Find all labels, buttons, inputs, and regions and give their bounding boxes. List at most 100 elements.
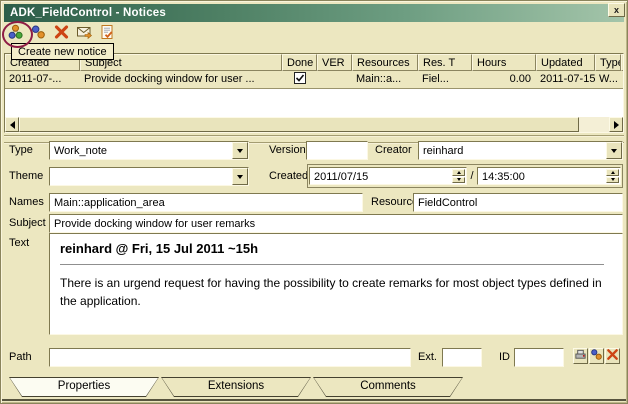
resource-field[interactable] [413, 193, 623, 212]
new-notice-button[interactable] [6, 24, 24, 42]
theme-label: Theme [9, 170, 43, 182]
type-combobox[interactable]: Work_note [49, 141, 249, 160]
title-bar[interactable]: ADK_FieldControl - Notices [4, 4, 624, 22]
spin-down-button[interactable] [606, 177, 619, 184]
print-button[interactable] [573, 348, 588, 364]
send-notice-button[interactable] [75, 24, 93, 42]
tab-comments[interactable]: Comments [313, 377, 463, 397]
new-notice-icon [7, 24, 24, 43]
created-date-spinner[interactable]: 2011/07/15 [309, 167, 467, 185]
arrow-down-icon [611, 178, 615, 181]
theme-value [50, 168, 232, 185]
cell-res-t: Fiel... [418, 71, 472, 88]
column-header-resources[interactable]: Resources [352, 54, 418, 71]
tab-comments-label: Comments [313, 380, 463, 392]
table-row[interactable]: 2011-07-... Provide docking window for u… [5, 71, 623, 89]
column-header-done[interactable]: Done [282, 54, 317, 71]
text-label: Text [9, 237, 29, 249]
column-header-hours[interactable]: Hours [472, 54, 536, 71]
scroll-right-button[interactable] [609, 117, 623, 132]
time-spin-buttons[interactable] [606, 169, 619, 183]
creator-label: Creator [375, 144, 412, 156]
cell-hours: 0.00 [472, 71, 536, 88]
path-label: Path [9, 351, 32, 363]
theme-combobox[interactable] [49, 167, 249, 186]
text-entry-body: There is an urgend request for having th… [60, 274, 604, 310]
column-header-extra [621, 54, 624, 71]
tab-extensions[interactable]: Extensions [161, 377, 311, 397]
chevron-down-icon [237, 175, 243, 179]
ext-label: Ext. [418, 351, 437, 363]
created-time-spinner[interactable]: 14:35:00 [477, 167, 621, 185]
subject-field[interactable] [49, 214, 623, 233]
creator-combobox[interactable]: reinhard [418, 141, 623, 160]
theme-dropdown-button[interactable] [232, 168, 248, 185]
creator-value: reinhard [419, 142, 606, 159]
printer-icon [574, 348, 587, 364]
delete-notice-button[interactable] [52, 24, 70, 42]
cell-resources: Main::a... [352, 71, 418, 88]
arrow-right-icon [614, 121, 619, 129]
tab-properties[interactable]: Properties [9, 377, 159, 397]
version-field[interactable] [306, 141, 368, 160]
created-label: Created [269, 170, 308, 182]
scrollbar-track[interactable] [579, 117, 609, 132]
subject-label: Subject [9, 217, 46, 229]
version-label: Version [269, 144, 306, 156]
arrow-up-icon [611, 171, 615, 174]
horizontal-scrollbar[interactable] [5, 117, 623, 132]
type-dropdown-button[interactable] [232, 142, 248, 159]
arrow-up-icon [457, 171, 461, 174]
column-header-type[interactable]: Type [595, 54, 621, 71]
ext-field[interactable] [442, 348, 482, 367]
type-value: Work_note [50, 142, 232, 159]
column-header-updated[interactable]: Updated [536, 54, 595, 71]
close-button[interactable]: x [608, 3, 625, 17]
column-header-res-t[interactable]: Res. T [418, 54, 472, 71]
notices-table: Created Subject Done VER Resources Res. … [4, 53, 624, 133]
link-notice-button[interactable] [589, 348, 604, 364]
chevron-down-icon [237, 149, 243, 153]
id-field[interactable] [514, 348, 564, 367]
toolbar [6, 24, 116, 44]
cell-type: W... [595, 71, 621, 88]
bottom-edge [2, 399, 626, 401]
cell-subject: Provide docking window for user ... [80, 71, 282, 88]
delete-notice-icon [53, 24, 70, 43]
type-label: Type [9, 144, 33, 156]
text-editor[interactable]: reinhard @ Fri, 15 Jul 2011 ~15h There i… [49, 233, 623, 335]
scroll-left-button[interactable] [5, 117, 19, 132]
close-icon: x [614, 6, 619, 15]
scrollbar-thumb[interactable] [19, 117, 579, 132]
checkbox-done-checked[interactable] [294, 72, 306, 87]
spin-down-button[interactable] [452, 177, 465, 184]
names-label: Names [9, 196, 44, 208]
tab-properties-label: Properties [9, 380, 159, 392]
clone-notice-button[interactable] [29, 24, 47, 42]
spin-up-button[interactable] [606, 169, 619, 176]
delete-link-button[interactable] [605, 348, 620, 364]
created-date-value: 2011/07/15 [310, 168, 451, 184]
chevron-down-icon [611, 149, 617, 153]
path-field[interactable] [49, 348, 411, 367]
link-notice-icon [590, 348, 603, 364]
creator-dropdown-button[interactable] [606, 142, 622, 159]
send-notice-icon [76, 24, 93, 43]
cell-extra [621, 71, 624, 88]
text-divider [60, 264, 604, 265]
cell-updated: 2011-07-15 [536, 71, 595, 88]
column-header-ver[interactable]: VER [317, 54, 352, 71]
date-spin-buttons[interactable] [452, 169, 465, 183]
cell-done[interactable] [282, 71, 317, 88]
notices-window: ADK_FieldControl - Notices x [0, 0, 628, 404]
edit-notice-icon [99, 24, 116, 43]
id-label: ID [499, 351, 510, 363]
arrow-down-icon [457, 178, 461, 181]
edit-notice-button[interactable] [98, 24, 116, 42]
cell-ver [317, 71, 352, 88]
tab-extensions-label: Extensions [161, 380, 311, 392]
arrow-left-icon [10, 121, 15, 129]
names-field[interactable] [49, 193, 363, 212]
table-empty-area [5, 89, 623, 117]
spin-up-button[interactable] [452, 169, 465, 176]
